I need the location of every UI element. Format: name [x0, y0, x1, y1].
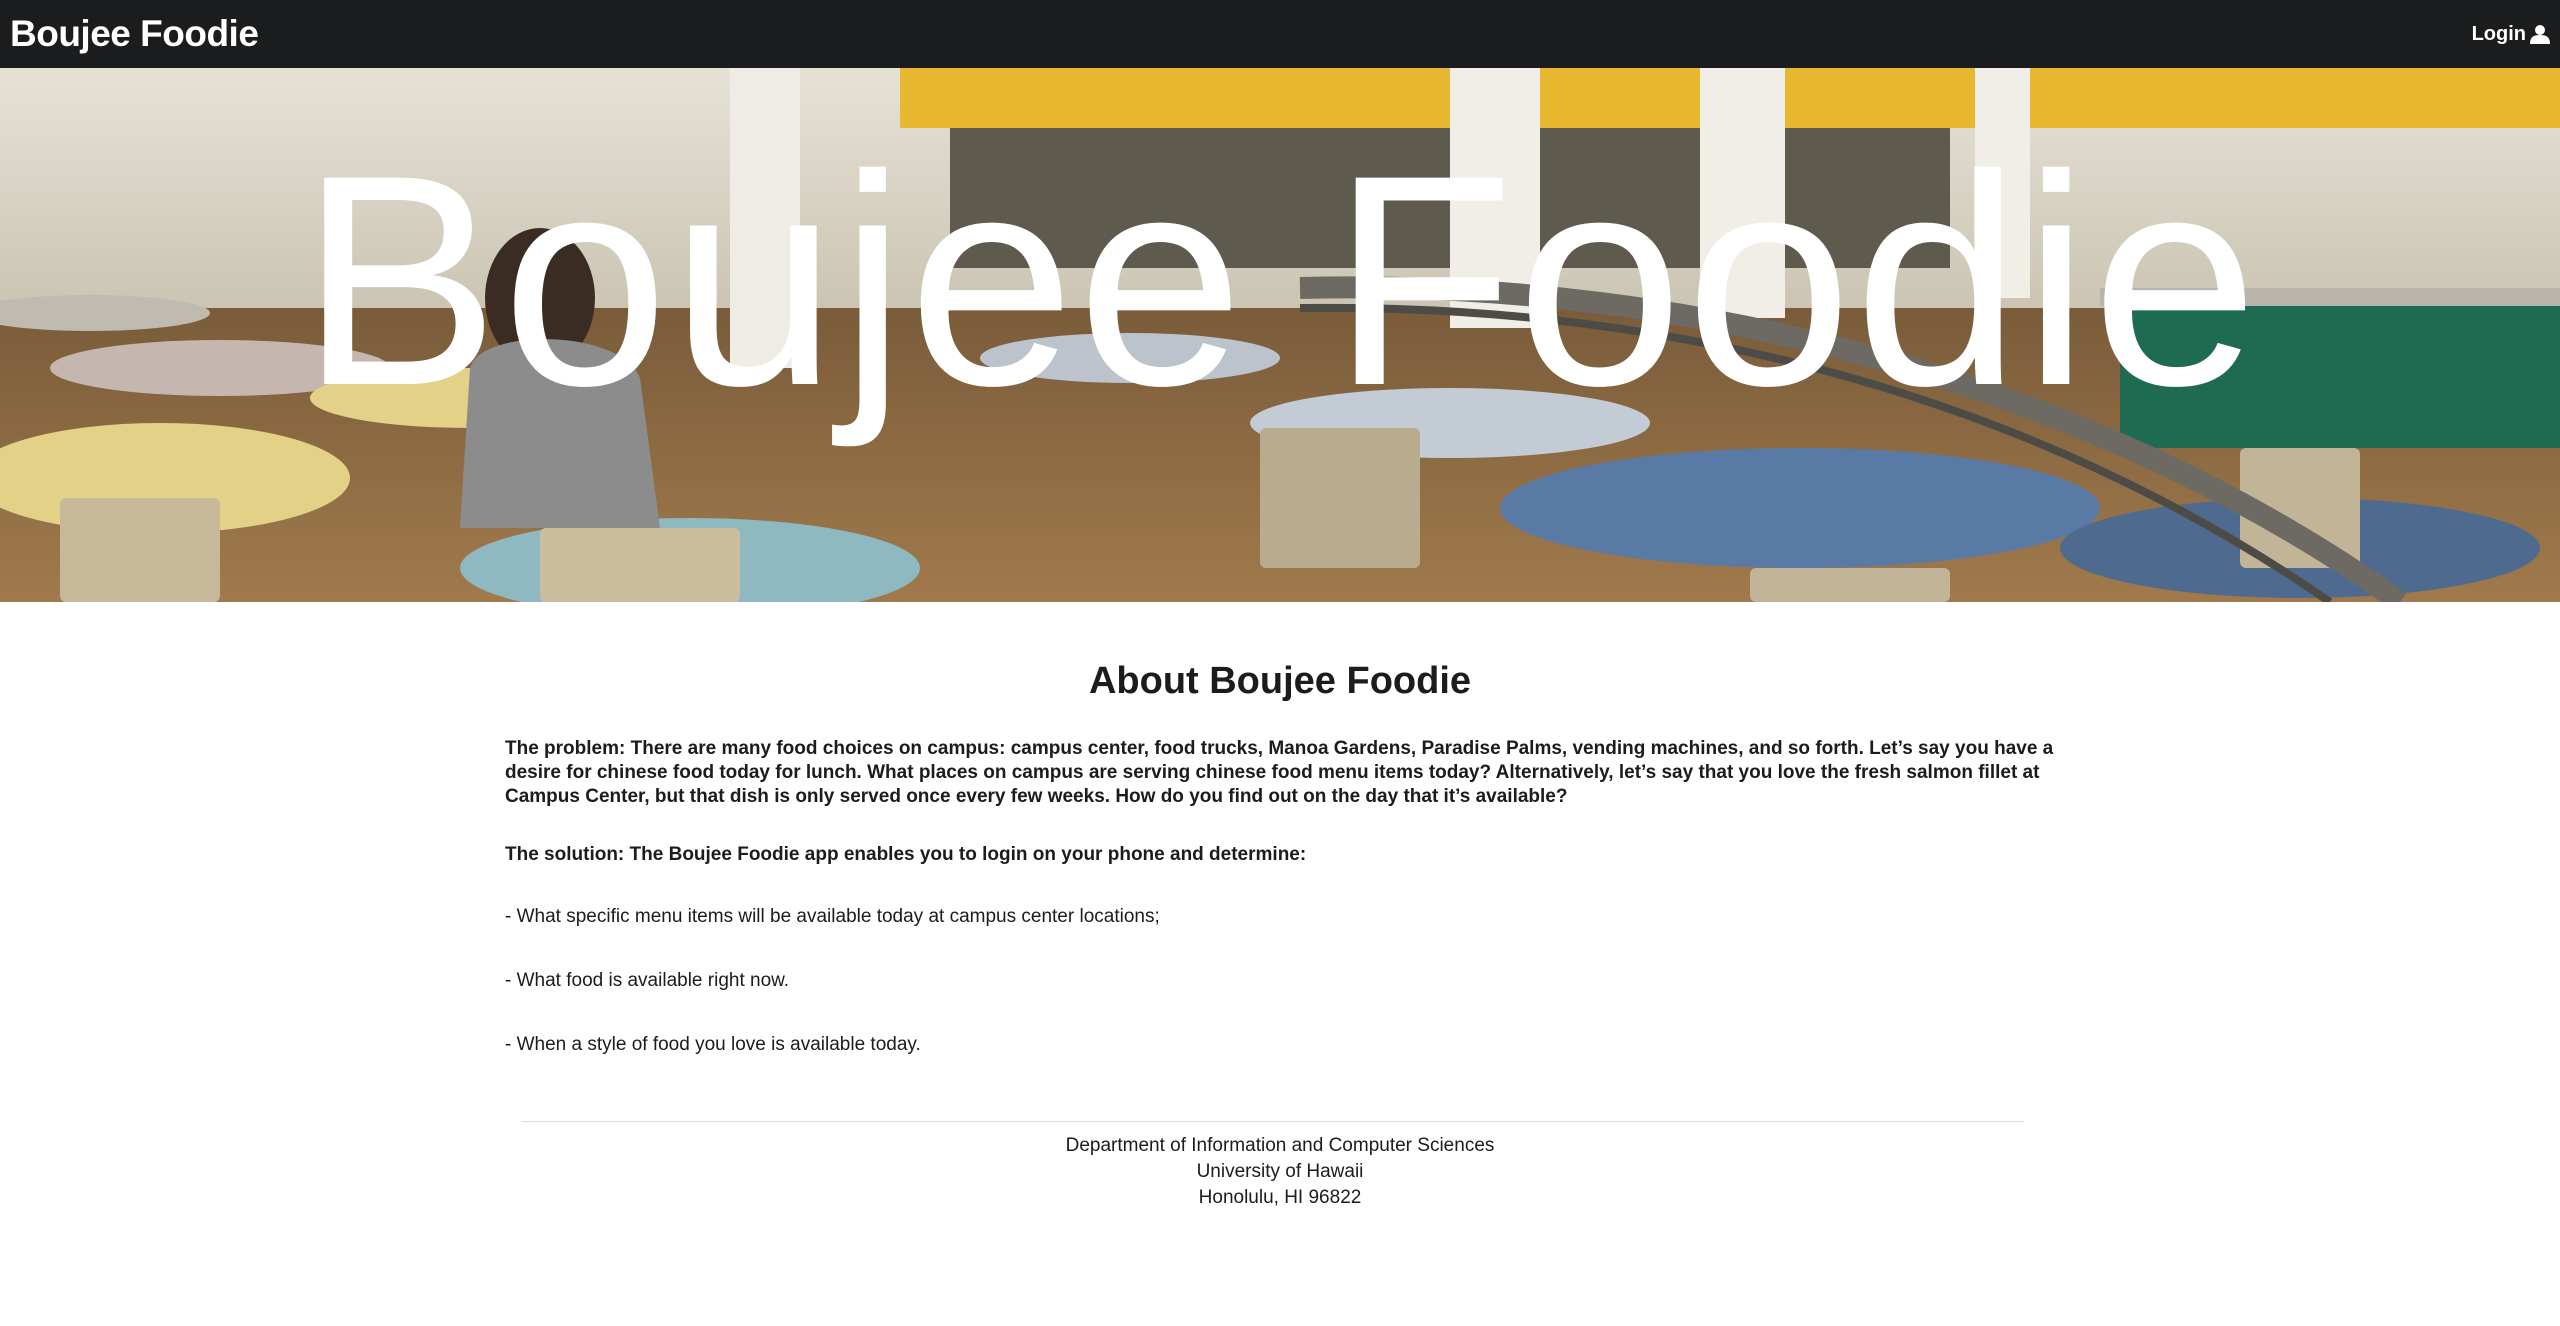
login-dropdown[interactable]: Login [2472, 23, 2550, 46]
problem-paragraph: The problem: There are many food choices… [505, 738, 2054, 807]
footer: Department of Information and Computer S… [0, 1133, 2560, 1211]
footer-department: Department of Information and Computer S… [1065, 1135, 1495, 1156]
footer-divider [522, 1121, 2024, 1122]
user-icon [2530, 24, 2550, 44]
about-section: About Boujee Foodie The problem: There a… [505, 660, 2055, 1057]
hero-title: Boujee Foodie [299, 112, 2261, 448]
about-heading: About Boujee Foodie [1088, 660, 1472, 702]
feature-item: - When a style of food you love is avail… [505, 1034, 921, 1055]
login-label: Login [2471, 22, 2526, 45]
footer-address: Honolulu, HI 96822 [1198, 1187, 1362, 1208]
top-navbar: Boujee Foodie Login [0, 0, 2560, 68]
feature-item: - What specific menu items will be avail… [505, 906, 1160, 927]
solution-paragraph: The solution: The Boujee Foodie app enab… [505, 844, 1307, 865]
footer-university: University of Hawaii [1196, 1161, 1364, 1182]
feature-item: - What food is available right now. [505, 970, 790, 991]
hero-banner: Boujee Foodie [0, 68, 2560, 602]
brand-logo-link[interactable]: Boujee Foodie [10, 13, 259, 55]
